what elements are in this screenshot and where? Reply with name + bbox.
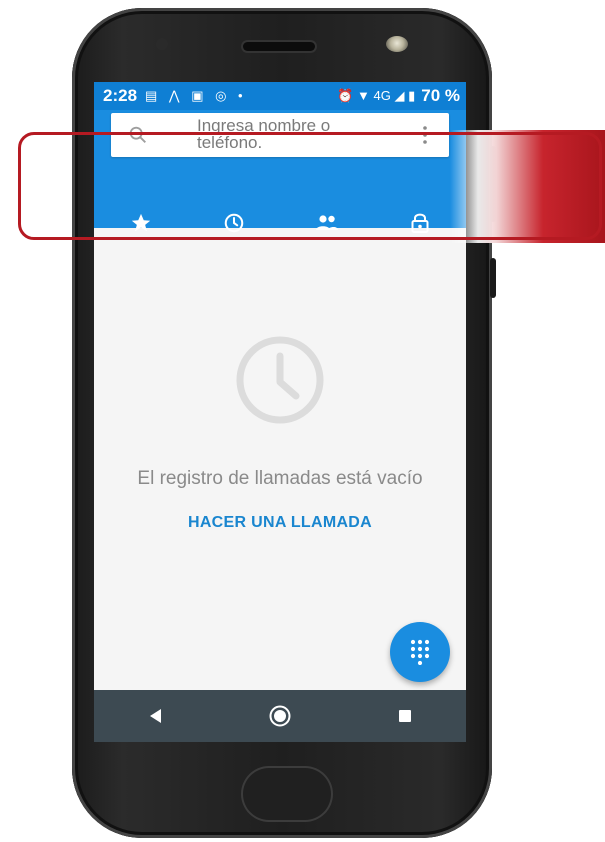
status-time: 2:28 <box>103 86 138 105</box>
dialpad-button[interactable] <box>390 622 450 682</box>
empty-state-message: El registro de llamadas está vacío <box>137 468 423 489</box>
front-sensor <box>156 38 168 50</box>
battery-level: 70 % <box>421 86 460 105</box>
signal-icons: ⏰ ▼ 4G ◢ ▮ <box>337 88 416 103</box>
dialpad-icon <box>410 639 430 665</box>
earpiece <box>243 42 315 51</box>
empty-history-clock-icon <box>236 336 324 424</box>
volume-button <box>490 258 496 298</box>
navigation-bar <box>94 690 466 742</box>
back-icon[interactable] <box>147 707 163 725</box>
front-camera-icon <box>386 36 408 52</box>
notification-icons: ▤ ⋀ ▣ ◎ • <box>145 88 247 103</box>
system-icons: ⏰ ▼ 4G ◢ ▮ 70 % <box>337 86 460 106</box>
home-icon[interactable] <box>268 704 292 728</box>
home-button[interactable] <box>241 766 333 822</box>
make-call-link[interactable]: HACER UNA LLAMADA <box>94 514 466 532</box>
recents-icon[interactable] <box>397 708 413 724</box>
highlight-box <box>18 132 602 240</box>
status-bar: 2:28 ▤ ⋀ ▣ ◎ • ⏰ ▼ 4G ◢ ▮ 70 % <box>94 82 466 110</box>
